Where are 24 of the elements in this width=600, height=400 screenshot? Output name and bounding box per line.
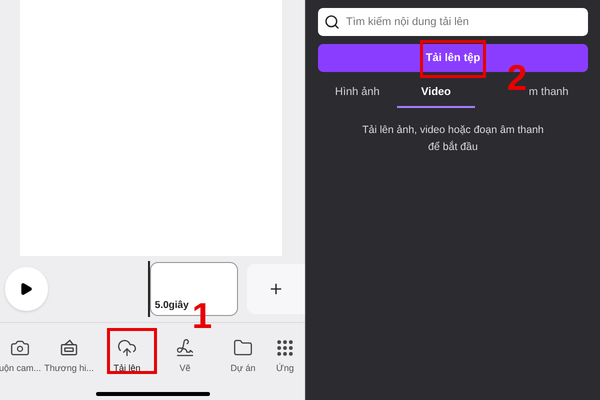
media-tab[interactable]: Hình ảnh	[318, 78, 397, 108]
toolbar-item[interactable]: Thương hi...	[40, 338, 98, 375]
toolbar-item[interactable]: Dự án	[214, 338, 272, 375]
apps-icon	[275, 338, 295, 358]
toolbar-item[interactable]: Vẽ	[156, 338, 214, 375]
clip-duration: 5.0giây	[154, 299, 189, 313]
folder-icon	[233, 338, 253, 358]
plus-icon	[268, 281, 284, 297]
playhead	[148, 261, 150, 317]
media-tab[interactable]: Video	[396, 78, 476, 108]
draw-icon	[175, 338, 195, 358]
search-icon	[324, 14, 340, 30]
brand-kit-icon	[59, 338, 79, 358]
play-icon	[19, 282, 34, 296]
empty-message: Tải lên ảnh, video hoặc đoạn âm thanh để bắt đầu	[361, 123, 545, 155]
add-clip-button[interactable]	[246, 264, 305, 314]
toolbar-item[interactable]: Ứng	[272, 338, 298, 375]
play-button[interactable]	[5, 267, 48, 311]
highlight-box	[107, 328, 157, 374]
highlight-box	[420, 40, 486, 78]
upload-icon	[117, 338, 137, 358]
camera-icon	[10, 338, 30, 358]
search-field[interactable]: Tìm kiếm nội dung tải lên	[318, 8, 588, 36]
toolbar-item[interactable]: Tải lên	[98, 338, 156, 375]
